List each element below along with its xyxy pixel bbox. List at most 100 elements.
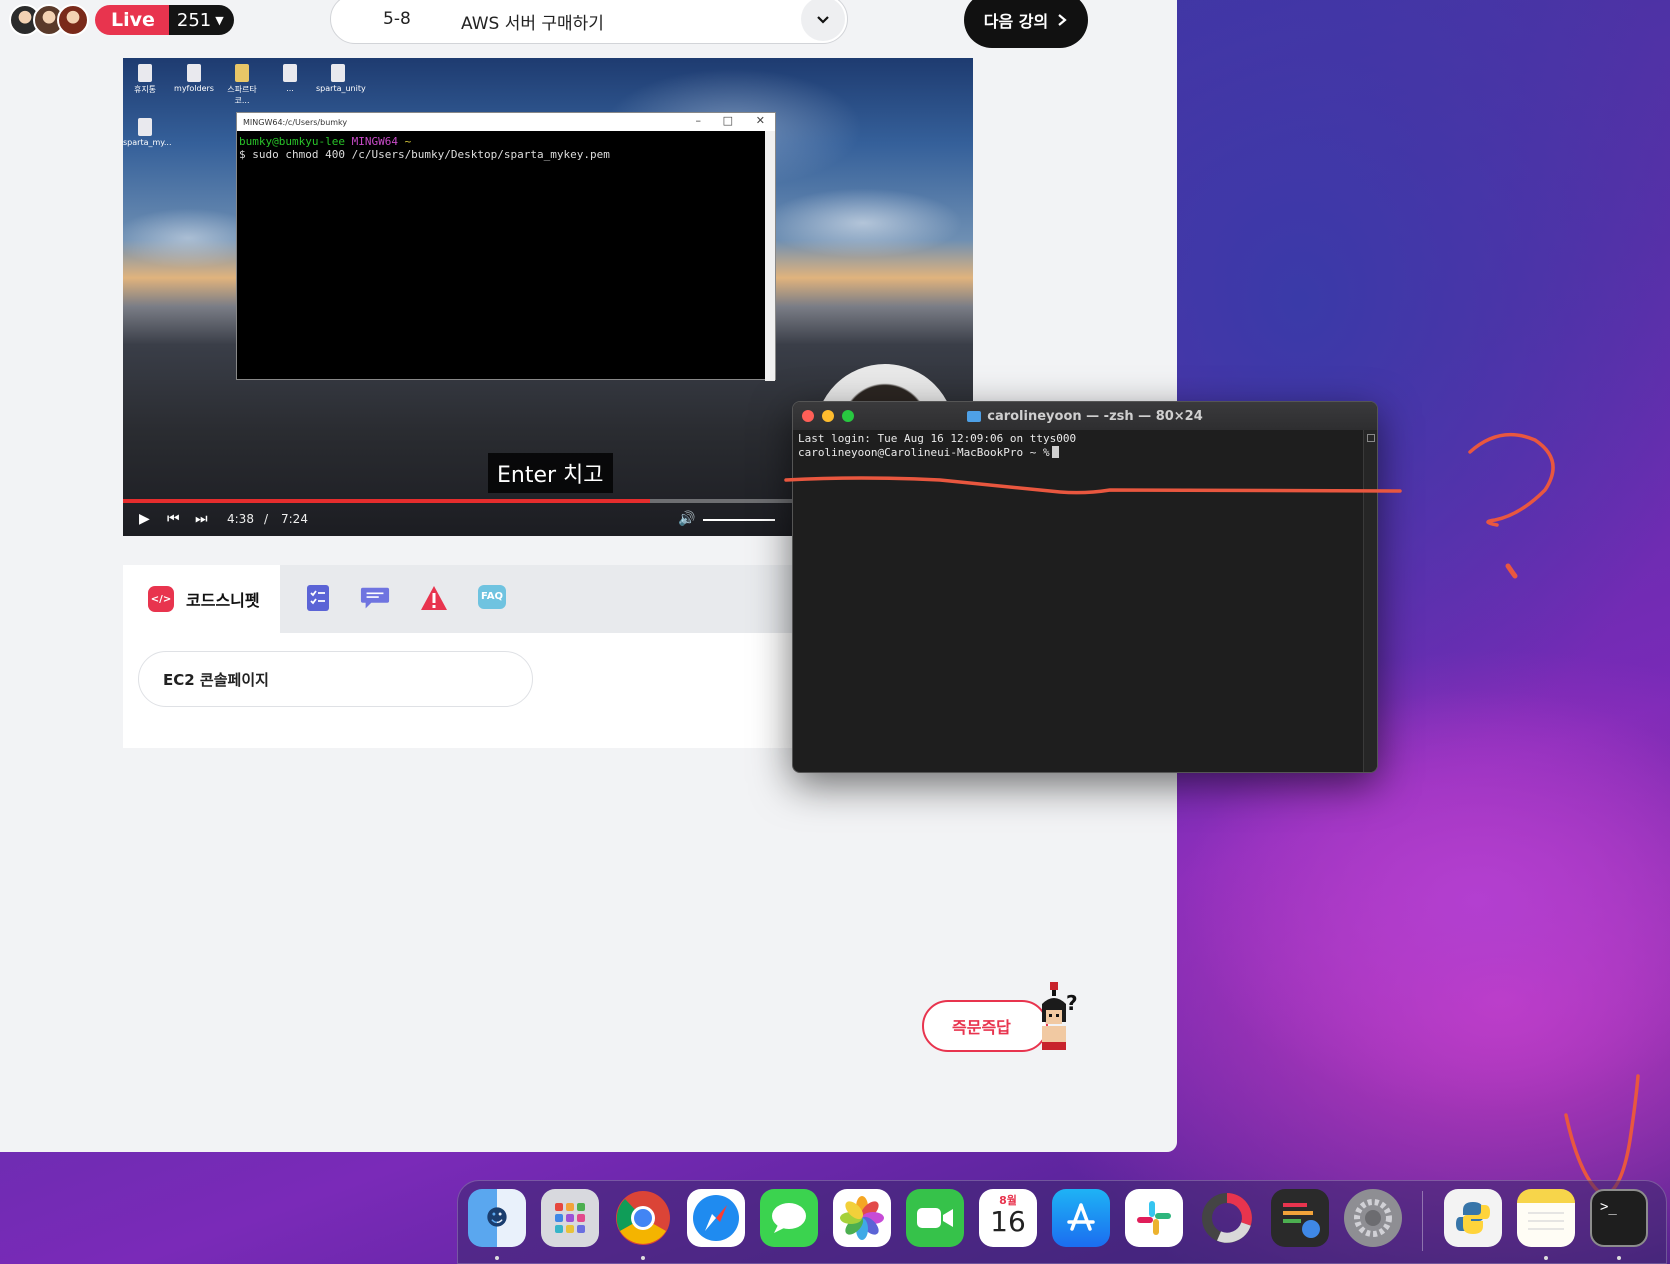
finder-icon[interactable]: ☻ xyxy=(468,1189,526,1247)
running-indicator xyxy=(1617,1256,1621,1260)
photos-icon[interactable] xyxy=(833,1189,891,1247)
warning-icon xyxy=(421,586,447,610)
slack-icon[interactable] xyxy=(1125,1189,1183,1247)
mingw-title: MINGW64:/c/Users/bumky xyxy=(243,117,348,127)
notes-lines-icon xyxy=(1528,1212,1564,1230)
tab-code-snippet-label: 코드스니펫 xyxy=(186,591,260,610)
terminal-prompt: carolineyoon@Carolineui-MacBookPro ~ % xyxy=(798,446,1050,459)
volume-icon[interactable]: 🔊 xyxy=(678,511,695,527)
system-settings-icon[interactable] xyxy=(1344,1189,1402,1247)
python-launcher-icon[interactable] xyxy=(1444,1189,1502,1247)
terminal-output[interactable]: Last login: Tue Aug 16 12:09:06 on ttys0… xyxy=(793,430,1377,462)
mingw-titlebar: MINGW64:/c/Users/bumky – □ ✕ xyxy=(237,113,775,131)
next-lecture-button[interactable]: 다음 강의 xyxy=(964,0,1088,48)
tab-code-snippet[interactable]: </> 코드스니펫 xyxy=(123,565,280,633)
notes-icon[interactable] xyxy=(1517,1189,1575,1247)
speech-bubble-icon xyxy=(772,1203,806,1233)
running-indicator xyxy=(495,1256,499,1260)
facetime-icon[interactable] xyxy=(906,1189,964,1247)
tab-checklist[interactable] xyxy=(303,583,333,613)
desktop-icon: myfolders xyxy=(172,64,216,93)
volume-slider[interactable] xyxy=(703,519,775,521)
current-time: 4:38 xyxy=(227,512,254,526)
mac-terminal-window[interactable]: carolineyoon — -zsh — 80×24 Last login: … xyxy=(792,401,1378,773)
folder-icon xyxy=(967,410,982,422)
avatar xyxy=(57,4,89,36)
mingw-prompt-user: bumky@bumkyu-lee xyxy=(239,135,345,148)
desktop-icon-label: myfolders xyxy=(174,84,214,93)
tab-chat[interactable] xyxy=(360,583,390,613)
mingw-output: bumky@bumkyu-lee MINGW64 ~ $ sudo chmod … xyxy=(237,131,775,165)
istat-icon[interactable] xyxy=(1198,1189,1256,1247)
mingw-command: $ sudo chmod 400 /c/Users/bumky/Desktop/… xyxy=(239,148,610,161)
minimize-icon: – xyxy=(695,114,702,127)
ring-gauge-icon xyxy=(1202,1193,1252,1243)
gear-icon xyxy=(1354,1199,1392,1237)
tab-warning[interactable] xyxy=(419,583,449,613)
faq-label: FAQ xyxy=(481,591,503,602)
skip-forward-icon[interactable]: ⏭ xyxy=(195,511,208,527)
ec2-console-button[interactable]: EC2 콘솔페이지 xyxy=(138,651,533,707)
macos-dock: ☻ 8월 16 >_ xyxy=(457,1180,1667,1264)
video-camera-icon xyxy=(917,1208,953,1228)
chevron-right-icon xyxy=(1058,14,1067,26)
terminal-cursor xyxy=(1051,446,1059,458)
chevron-down-icon: ▼ xyxy=(215,13,224,27)
skip-back-icon[interactable]: ⏮ xyxy=(167,511,180,527)
qna-button[interactable]: 즉문즉답 xyxy=(922,1000,1048,1052)
terminal-login-line: Last login: Tue Aug 16 12:09:06 on ttys0… xyxy=(798,432,1077,445)
mingw-prompt-env: MINGW64 xyxy=(351,135,398,148)
chevron-down-icon[interactable] xyxy=(801,0,845,41)
code-snippet-icon: </> xyxy=(148,586,174,612)
file-icon xyxy=(138,118,152,136)
chrome-icon[interactable] xyxy=(614,1189,672,1247)
finder-face-icon: ☻ xyxy=(485,1205,509,1231)
terminal-icon[interactable]: >_ xyxy=(1590,1189,1648,1247)
maximize-icon: □ xyxy=(722,114,733,127)
desktop-icon-label: 휴지통 xyxy=(133,85,157,94)
messages-icon[interactable] xyxy=(760,1189,818,1247)
terminal-titlebar[interactable]: carolineyoon — -zsh — 80×24 xyxy=(793,402,1377,430)
mingw-scrollbar xyxy=(765,131,775,381)
chrome-logo-icon xyxy=(616,1191,670,1245)
safari-compass-icon xyxy=(693,1195,739,1241)
close-window-button[interactable] xyxy=(802,410,814,422)
desktop-icon: 스파르타코... xyxy=(220,64,264,106)
desktop-icon: 휴지통 xyxy=(123,64,167,95)
lecture-number: 5-8 xyxy=(383,9,411,29)
close-icon: ✕ xyxy=(755,114,765,127)
viewer-count-value: 251 xyxy=(176,9,212,31)
zoom-window-button[interactable] xyxy=(842,410,854,422)
color-ui-icon[interactable] xyxy=(1271,1189,1329,1247)
lecture-topbar: Live 251 ▼ 5-8 AWS 서버 구매하기 다음 강의 xyxy=(0,0,1177,50)
terminal-scrollbar[interactable] xyxy=(1363,430,1377,772)
terminal-prompt-icon: >_ xyxy=(1600,1199,1617,1215)
calendar-icon[interactable]: 8월 16 xyxy=(979,1189,1037,1247)
safari-icon[interactable] xyxy=(687,1189,745,1247)
recycle-bin-icon xyxy=(138,64,152,82)
terminal-title: carolineyoon — -zsh — 80×24 xyxy=(987,408,1203,424)
launchpad-icon[interactable] xyxy=(541,1189,599,1247)
color-palette-icon xyxy=(1283,1203,1320,1238)
viewer-avatars[interactable] xyxy=(9,4,89,36)
minimize-window-button[interactable] xyxy=(822,410,834,422)
duration: 7:24 xyxy=(281,512,308,526)
lecture-selector[interactable]: 5-8 AWS 서버 구매하기 xyxy=(330,0,848,44)
app-store-icon[interactable] xyxy=(1052,1189,1110,1247)
chat-icon xyxy=(360,587,390,609)
file-icon xyxy=(283,64,297,82)
mascot-icon: ? xyxy=(1042,982,1078,1050)
lecture-title: AWS 서버 구매하기 xyxy=(461,14,604,34)
dock-separator xyxy=(1422,1191,1423,1251)
desktop-icon-label: 스파르타코... xyxy=(227,85,257,105)
play-icon[interactable]: ▶ xyxy=(139,511,150,527)
mingw-prompt-dir: ~ xyxy=(404,135,412,148)
slack-hash-icon xyxy=(1137,1201,1171,1235)
folder-icon xyxy=(235,64,249,82)
tab-faq[interactable]: FAQ xyxy=(477,583,507,613)
time-separator: / xyxy=(264,512,269,526)
running-indicator xyxy=(1544,1256,1548,1260)
live-badge[interactable]: Live 251 ▼ xyxy=(95,5,234,35)
launchpad-grid-icon xyxy=(555,1203,585,1233)
checklist-icon xyxy=(307,585,329,611)
